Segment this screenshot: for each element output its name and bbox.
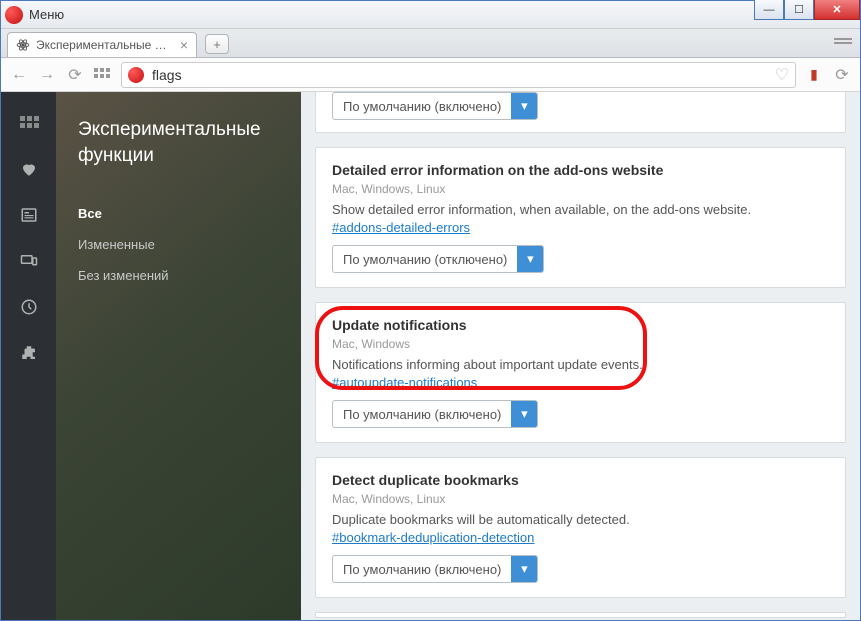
page-title: Экспериментальные функции	[78, 117, 279, 168]
flag-anchor-link[interactable]: #bookmark-deduplication-detection	[332, 530, 534, 545]
filter-all[interactable]: Все	[78, 198, 279, 229]
tab-active[interactable]: Экспериментальные фун ×	[7, 32, 197, 57]
devices-rail-icon[interactable]	[19, 252, 39, 270]
sync-icon[interactable]: ⟳	[832, 65, 852, 85]
opera-logo-icon	[5, 6, 23, 24]
news-rail-icon[interactable]	[19, 206, 39, 224]
speed-dial-button[interactable]	[93, 65, 113, 85]
new-tab-button[interactable]: +	[205, 34, 229, 54]
bookmark-heart-icon[interactable]: ♡	[775, 65, 789, 85]
url-input[interactable]	[152, 67, 775, 83]
chevron-down-icon: ▾	[511, 556, 537, 582]
select-value: По умолчанию (отключено)	[333, 246, 517, 272]
sidebar: Экспериментальные функции Все Измененные…	[56, 92, 301, 620]
back-button[interactable]: ←	[9, 65, 29, 85]
forward-button[interactable]: →	[37, 65, 57, 85]
tab-strip: Экспериментальные фун × +	[1, 29, 860, 58]
flag-select[interactable]: По умолчанию (включено) ▾	[332, 555, 538, 583]
menu-button[interactable]: Меню	[29, 7, 64, 22]
flag-select[interactable]: По умолчанию (включено) ▾	[332, 92, 538, 120]
flag-anchor-link[interactable]: #addons-detailed-errors	[332, 220, 470, 235]
flag-description: Duplicate bookmarks will be automaticall…	[332, 512, 829, 527]
window-titlebar: Меню — ☐ ✕	[1, 1, 860, 29]
flag-card-partial: По умолчанию (включено) ▾	[315, 92, 846, 133]
flag-platforms: Mac, Windows, Linux	[332, 492, 829, 506]
flag-select[interactable]: По умолчанию (включено) ▾	[332, 400, 538, 428]
window-controls: — ☐ ✕	[754, 0, 860, 20]
address-bar[interactable]: ♡	[121, 62, 796, 88]
select-value: По умолчанию (включено)	[333, 556, 511, 582]
heart-rail-icon[interactable]	[19, 160, 39, 178]
flag-card-duplicate-bookmarks: Detect duplicate bookmarks Mac, Windows,…	[315, 457, 846, 598]
history-rail-icon[interactable]	[19, 298, 39, 316]
nav-rail	[1, 92, 56, 620]
content-area: Экспериментальные функции Все Измененные…	[1, 92, 860, 620]
extensions-rail-icon[interactable]	[19, 344, 39, 362]
chevron-down-icon: ▾	[517, 246, 543, 272]
chevron-down-icon: ▾	[511, 93, 537, 119]
toolbar: ← → ⟳ ♡ ▮ ⟳	[1, 58, 860, 92]
flag-card-partial-bottom	[315, 612, 846, 618]
annotation-highlight	[315, 306, 647, 390]
chevron-down-icon: ▾	[511, 401, 537, 427]
flag-select[interactable]: По умолчанию (отключено) ▾	[332, 245, 544, 273]
flag-title: Detect duplicate bookmarks	[332, 472, 829, 488]
speed-dial-rail-icon[interactable]	[19, 114, 39, 132]
tab-overflow-icon[interactable]	[834, 35, 852, 51]
flag-card-addons-errors: Detailed error information on the add-on…	[315, 147, 846, 288]
tab-close-icon[interactable]: ×	[180, 38, 188, 52]
maximize-button[interactable]: ☐	[784, 0, 814, 20]
site-identity-icon	[128, 67, 144, 83]
reload-button[interactable]: ⟳	[65, 65, 85, 85]
flag-description: Show detailed error information, when av…	[332, 202, 829, 217]
minimize-button[interactable]: —	[754, 0, 784, 20]
select-value: По умолчанию (включено)	[333, 93, 511, 119]
filter-unchanged[interactable]: Без изменений	[78, 260, 279, 291]
atom-icon	[16, 38, 30, 52]
flag-title: Detailed error information on the add-on…	[332, 162, 829, 178]
tab-title: Экспериментальные фун	[36, 38, 174, 52]
filter-changed[interactable]: Измененные	[78, 229, 279, 260]
select-value: По умолчанию (включено)	[333, 401, 511, 427]
downloads-icon[interactable]: ▮	[804, 65, 824, 85]
close-button[interactable]: ✕	[814, 0, 860, 20]
flag-platforms: Mac, Windows, Linux	[332, 182, 829, 196]
